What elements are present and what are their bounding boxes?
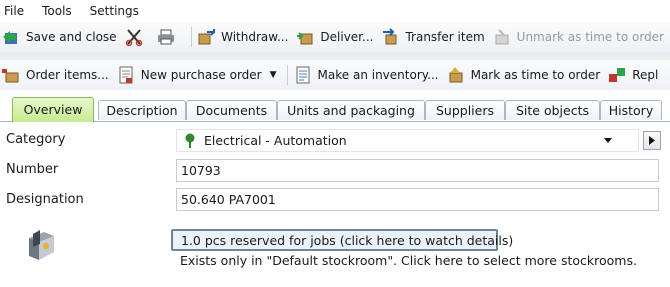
make-inventory-button[interactable]: Make an inventory...: [292, 62, 445, 88]
tab-documents[interactable]: Documents: [186, 100, 277, 120]
cut-button[interactable]: [123, 24, 155, 50]
category-label: Category: [6, 132, 66, 147]
tab-units-and-packaging[interactable]: Units and packaging: [277, 100, 425, 120]
dropdown-arrow-icon[interactable]: ▼: [270, 70, 277, 80]
order-items-button[interactable]: Order items...: [0, 62, 115, 88]
designation-label: Designation: [6, 192, 84, 207]
toolbar-separator: [286, 65, 288, 85]
replace-button[interactable]: Repl: [606, 62, 664, 88]
new-purchase-order-button[interactable]: New purchase order ▼: [115, 62, 283, 88]
mark-time-to-order-button[interactable]: Mark as time to order: [445, 62, 607, 88]
replace-icon: [608, 66, 626, 84]
print-button[interactable]: [155, 24, 187, 50]
tab-strip: Overview Description Documents Units and…: [0, 97, 670, 122]
unmark-icon: [493, 28, 511, 46]
tab-overview[interactable]: Overview: [12, 97, 94, 122]
stockroom-selection-link[interactable]: Exists only in "Default stockroom". Clic…: [180, 253, 637, 268]
secondary-toolbar: Order items... New purchase order ▼ Make…: [0, 60, 670, 90]
menu-file[interactable]: File: [0, 4, 32, 18]
tab-description[interactable]: Description: [98, 100, 186, 120]
deliver-button[interactable]: Deliver...: [294, 24, 379, 50]
category-value: Electrical - Automation: [204, 133, 347, 148]
menu-tools[interactable]: Tools: [38, 4, 80, 18]
category-pin-icon: [184, 133, 196, 149]
transfer-item-button[interactable]: Transfer item: [379, 24, 490, 50]
designation-field[interactable]: 50.640 PA7001: [176, 188, 659, 211]
print-icon: [157, 28, 175, 46]
inventory-icon: [294, 66, 312, 84]
category-more-button[interactable]: [643, 131, 661, 150]
number-value: 10793: [181, 163, 221, 178]
transfer-icon: [381, 28, 399, 46]
category-select[interactable]: Electrical - Automation: [176, 129, 639, 152]
menu-settings[interactable]: Settings: [86, 4, 147, 18]
unmark-time-to-order-button[interactable]: Unmark as time to order: [491, 24, 670, 50]
save-and-close-button[interactable]: Save and close: [0, 24, 123, 50]
withdraw-button[interactable]: Withdraw...: [195, 24, 294, 50]
designation-value: 50.640 PA7001: [181, 192, 276, 207]
save-close-icon: [2, 28, 20, 46]
reserved-for-jobs-link[interactable]: 1.0 pcs reserved for jobs (click here to…: [171, 229, 513, 251]
chevron-down-icon[interactable]: [604, 138, 612, 143]
tab-site-objects[interactable]: Site objects: [505, 100, 600, 120]
tab-suppliers[interactable]: Suppliers: [425, 100, 505, 120]
order-items-icon: [2, 66, 20, 84]
stock-items-icon: [20, 226, 60, 266]
withdraw-icon: [197, 28, 216, 46]
number-field[interactable]: 10793: [176, 159, 659, 182]
toolbar-separator: [190, 27, 192, 47]
number-label: Number: [6, 162, 59, 177]
main-toolbar: Save and close Withdraw... Deliver... Tr…: [0, 22, 670, 52]
deliver-icon: [296, 28, 314, 46]
mark-order-icon: [447, 66, 465, 84]
cut-icon: [125, 28, 143, 46]
toolbar-divider: [0, 52, 670, 60]
purchase-order-icon: [117, 66, 135, 84]
menu-bar: File Tools Settings: [0, 0, 670, 22]
tab-history[interactable]: History: [600, 100, 662, 120]
